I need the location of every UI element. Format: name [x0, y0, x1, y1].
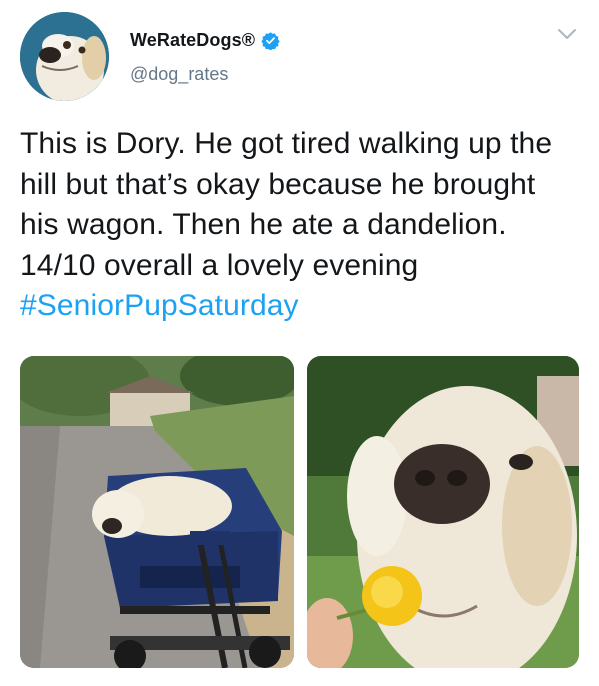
dog-avatar-icon — [20, 12, 109, 101]
tweet-body: This is Dory. He got tired walking up th… — [20, 127, 553, 282]
verified-badge-icon — [261, 31, 280, 50]
chevron-down-icon[interactable] — [556, 26, 578, 42]
tweet-text: This is Dory. He got tired walking up th… — [20, 124, 580, 327]
display-name-row[interactable]: WeRateDogs® — [130, 28, 280, 52]
user-handle[interactable]: @dog_rates — [130, 64, 228, 85]
profile-avatar[interactable] — [20, 12, 109, 101]
media-photo-2[interactable] — [307, 356, 579, 668]
display-name[interactable]: WeRateDogs® — [130, 30, 255, 51]
media-photo-1[interactable] — [20, 356, 294, 668]
hashtag-link[interactable]: #SeniorPupSaturday — [20, 289, 299, 322]
dog-with-dandelion-photo-icon — [307, 356, 579, 668]
dog-in-wagon-photo-icon — [20, 356, 294, 668]
tweet-card: WeRateDogs® @dog_rates This is Dory. He … — [0, 0, 599, 686]
